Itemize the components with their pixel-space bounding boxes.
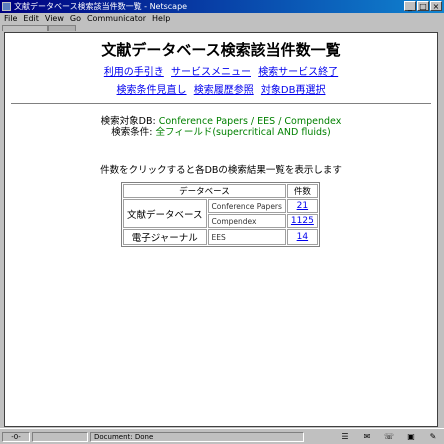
page-content: 文献データベース検索該当件数一覧 利用の手引き サービスメニュー 検索サービス終… [4,32,438,427]
link-end-search-service[interactable]: 検索サービス終了 [258,67,338,78]
security-lock-icon[interactable]: -0- [2,432,30,442]
db-name: Conference Papers [207,199,286,213]
window-titlebar: 文献データベース検索該当件数一覧 - Netscape _ □ × [0,0,444,13]
search-condition-value: 全フィールド(supercritical AND fluids) [155,127,331,138]
progress-bar [32,432,88,442]
toolbar-tab-location[interactable] [48,25,76,31]
table-header-row: データベース 件数 [123,184,318,198]
status-bar: -0- Document: Done ☰ ✉ ☏ ▣ ✎ [0,428,444,444]
menu-bar: File Edit View Go Communicator Help [0,13,444,24]
db-name: EES [207,229,286,245]
mail-icon[interactable]: ✉ [360,431,374,442]
nav-links-row2: 検索条件見直し 検索履歴参照 対象DB再選択 [5,81,437,96]
table-row: 文献データベース Conference Papers 21 [123,199,318,228]
menu-edit[interactable]: Edit [23,13,39,24]
nav-links-row1: 利用の手引き サービスメニュー 検索サービス終了 [5,63,437,78]
count-link-conference-papers[interactable]: 21 [297,201,308,211]
minimize-button[interactable]: _ [404,1,416,11]
link-service-menu[interactable]: サービスメニュー [171,67,251,78]
count-link-ees[interactable]: 14 [297,232,308,242]
menu-view[interactable]: View [45,13,64,24]
link-revise-conditions[interactable]: 検索条件見直し [117,85,187,96]
toolbar-tab-navigation[interactable] [2,25,48,31]
security-icon[interactable]: ✎ [426,431,440,442]
close-button[interactable]: × [430,1,442,11]
instruction-text: 件数をクリックすると各DBの検索結果一覧を表示します [100,165,342,176]
db-name: Compendex [207,214,286,228]
results-table: データベース 件数 文献データベース Conference Papers 21 … [121,182,320,247]
search-condition-label: 検索条件: [111,127,153,138]
header-database: データベース [123,184,286,198]
menu-go[interactable]: Go [70,13,81,24]
search-condition-line: 検索条件: 全フィールド(supercritical AND fluids) [5,124,437,138]
netscape-app-icon [2,2,11,11]
window-frame-right [438,32,444,427]
link-search-history[interactable]: 検索履歴参照 [194,85,254,96]
collapsed-toolbar-strip [0,24,444,32]
header-count: 件数 [286,184,318,198]
category-e-journal: 電子ジャーナル [123,229,207,245]
table-row: 電子ジャーナル EES 14 [123,229,318,245]
link-reselect-db[interactable]: 対象DB再選択 [261,85,326,96]
discussion-icon[interactable]: ☏ [382,431,396,442]
component-tray: ☰ ✉ ☏ ▣ ✎ [338,431,440,442]
menu-help[interactable]: Help [152,13,170,24]
count-link-compendex[interactable]: 1125 [291,216,314,226]
divider [11,103,431,105]
composer-icon[interactable]: ▣ [404,431,418,442]
link-user-guide[interactable]: 利用の手引き [104,67,164,78]
component-bar-icon[interactable]: ☰ [338,431,352,442]
menu-file[interactable]: File [4,13,17,24]
menu-communicator[interactable]: Communicator [87,13,146,24]
maximize-button[interactable]: □ [417,1,429,11]
status-text: Document: Done [90,432,304,442]
category-literature-db: 文献データベース [123,199,207,228]
page-title: 文献データベース検索該当件数一覧 [101,41,341,59]
window-title: 文献データベース検索該当件数一覧 - Netscape [14,2,188,11]
